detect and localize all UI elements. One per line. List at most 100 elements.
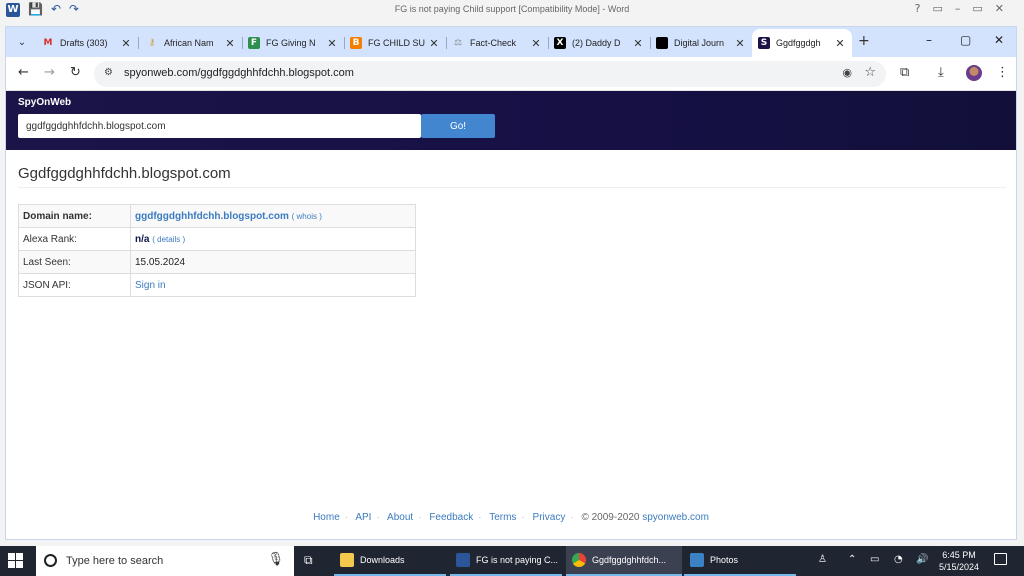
footer-link-feedback[interactable]: Feedback <box>429 512 473 523</box>
tab-label: African Nam <box>164 38 214 48</box>
footer-link-api[interactable]: API <box>355 512 371 523</box>
close-window-button[interactable]: ✕ <box>994 33 1004 47</box>
word-window-controls[interactable]: ?▭–▭✕ <box>915 2 1016 15</box>
profile-avatar[interactable] <box>966 65 982 81</box>
taskbar-item-word[interactable]: FG is not paying C... <box>450 546 562 576</box>
alexa-rank-value: n/a <box>135 233 150 245</box>
download-icon[interactable]: ⤓ <box>938 65 944 80</box>
tab-gmail-drafts[interactable]: M Drafts (303) ✕ <box>36 31 139 55</box>
tab-label: FG Giving N <box>266 38 316 48</box>
close-tab-icon[interactable]: ✕ <box>326 37 338 50</box>
tab-label: Digital Journ <box>674 38 725 48</box>
task-view-icon[interactable]: ⧉ <box>304 553 313 568</box>
back-button[interactable]: ← <box>18 65 29 80</box>
site-settings-icon[interactable]: ⚙ <box>104 67 113 78</box>
close-tab-icon[interactable]: ✕ <box>530 37 542 50</box>
taskbar-item-photos[interactable]: Photos <box>684 546 796 576</box>
json-api-cell: Sign in <box>130 273 416 297</box>
footer-link-terms[interactable]: Terms <box>489 512 516 523</box>
tab-digital-journal[interactable]: Digital Journ ✕ <box>650 31 752 55</box>
whois-link[interactable]: whois <box>297 212 317 221</box>
battery-icon[interactable]: ▭ <box>870 554 879 565</box>
footer-link-home[interactable]: Home <box>313 512 340 523</box>
details-link[interactable]: details <box>157 235 180 244</box>
last-seen-label: Last Seen: <box>18 250 131 274</box>
close-tab-icon[interactable]: ✕ <box>224 37 236 50</box>
extensions-puzzle-icon[interactable]: ⧉ <box>900 65 909 80</box>
close-tab-icon[interactable]: ✕ <box>428 37 440 50</box>
site-logo[interactable]: SpyOnWeb <box>18 97 71 108</box>
footer-separator: · <box>478 512 482 523</box>
footer-link-about[interactable]: About <box>387 512 413 523</box>
address-bar[interactable]: ⚙ spyonweb.com/ggdfggdghhfdchh.blogspot.… <box>94 61 886 87</box>
page-title: Ggdfggdghhfdchh.blogspot.com <box>18 165 231 182</box>
clock-time: 6:45 PM <box>942 550 976 560</box>
tab-label: (2) Daddy D <box>572 38 621 48</box>
browser-toolbar: ← → ↻ ⚙ spyonweb.com/ggdfggdghhfdchh.blo… <box>6 57 1016 91</box>
taskbar-item-label: FG is not paying C... <box>476 555 559 565</box>
factcheck-icon: ⚖ <box>453 38 463 48</box>
footer-separator: · <box>521 512 525 523</box>
new-tab-button[interactable]: + <box>858 33 870 49</box>
windows-taskbar: Type here to search 🎙 ⧉ Downloads FG is … <box>0 546 1024 576</box>
tab-x-daddy[interactable]: X (2) Daddy D ✕ <box>548 31 651 55</box>
page-viewport: SpyOnWeb Go! Ggdfggdghhfdchh.blogspot.co… <box>6 91 1016 539</box>
taskbar-search-placeholder: Type here to search <box>66 555 164 567</box>
tab-search-button[interactable]: ⌄ <box>12 33 32 53</box>
tab-fact-check[interactable]: ⚖ Fact-Check ✕ <box>446 31 549 55</box>
footer-link-privacy[interactable]: Privacy <box>533 512 566 523</box>
taskbar-search-box[interactable]: Type here to search 🎙 <box>36 546 294 576</box>
domain-name-link[interactable]: ggdfggdghhfdchh.blogspot.com <box>135 211 289 222</box>
domain-name-cell: ggdfggdghhfdchh.blogspot.com ( whois ) <box>130 204 416 228</box>
tab-label: FG CHILD SU <box>368 38 426 48</box>
digitaljournal-icon <box>656 37 668 49</box>
maximize-button[interactable]: ▢ <box>960 33 971 47</box>
fg-icon: F <box>248 37 260 49</box>
footer-copyright: © 2009-2020 <box>581 512 640 523</box>
taskbar-item-label: Photos <box>710 555 739 565</box>
microphone-icon[interactable]: 🎙 <box>267 552 284 567</box>
people-icon[interactable]: ♙ <box>818 554 827 565</box>
site-footer: Home · API · About · Feedback · Terms · Priva… <box>6 512 1016 523</box>
footer-copyright-link[interactable]: spyonweb.com <box>642 512 709 523</box>
taskbar-item-label: Ggdfggdghhfdch... <box>592 555 667 565</box>
forward-button[interactable]: → <box>44 65 55 80</box>
domain-name-label: Domain name: <box>18 204 131 228</box>
taskbar-item-chrome[interactable]: Ggdfggdghhfdch... <box>566 546 682 576</box>
details-wrapper: ( details ) <box>152 234 186 244</box>
notification-icon[interactable] <box>994 553 1007 565</box>
close-tab-icon[interactable]: ✕ <box>734 37 746 50</box>
system-clock[interactable]: 6:45 PM 5/15/2024 <box>934 549 984 573</box>
table-row: JSON API: Sign in <box>18 273 416 297</box>
kebab-menu-icon[interactable]: ⋮ <box>996 65 1009 80</box>
reload-button[interactable]: ↻ <box>70 65 81 80</box>
wifi-icon[interactable]: ◔ <box>894 554 903 565</box>
sign-in-link[interactable]: Sign in <box>135 280 166 291</box>
go-button[interactable]: Go! <box>421 114 495 138</box>
tab-divider <box>138 37 139 49</box>
word-title-bar: W 💾↶↷ FG is not paying Child support [Co… <box>0 0 1024 22</box>
minimize-button[interactable]: – <box>926 33 932 47</box>
volume-icon[interactable]: 🔊 <box>916 554 928 565</box>
windows-start-icon[interactable] <box>8 553 24 569</box>
blogger-icon: B <box>350 37 362 49</box>
close-tab-icon[interactable]: ✕ <box>834 37 846 50</box>
json-api-label: JSON API: <box>18 273 131 297</box>
close-tab-icon[interactable]: ✕ <box>120 37 132 50</box>
alexa-rank-cell: n/a ( details ) <box>130 227 416 251</box>
domain-search-input[interactable] <box>18 114 421 138</box>
tab-african-names[interactable]: ⚷ African Nam ✕ <box>140 31 243 55</box>
eye-slash-icon[interactable]: ◉ <box>842 66 852 79</box>
chevron-up-icon[interactable]: ⌃ <box>848 554 856 565</box>
taskbar-item-downloads[interactable]: Downloads <box>334 546 446 576</box>
table-row: Alexa Rank: n/a ( details ) <box>18 227 416 251</box>
table-row: Last Seen: 15.05.2024 <box>18 250 416 274</box>
table-row: Domain name: ggdfggdghhfdchh.blogspot.co… <box>18 204 416 228</box>
tab-label: Drafts (303) <box>60 38 108 48</box>
tab-fg-child-support[interactable]: B FG CHILD SU ✕ <box>344 31 447 55</box>
tab-fg-giving[interactable]: F FG Giving N ✕ <box>242 31 345 55</box>
address-bar-url[interactable]: spyonweb.com/ggdfggdghhfdchh.blogspot.co… <box>124 67 354 79</box>
close-tab-icon[interactable]: ✕ <box>632 37 644 50</box>
tab-spyonweb-active[interactable]: S Ggdfggdgh ✕ <box>752 29 852 57</box>
bookmark-star-icon[interactable]: ☆ <box>864 65 876 80</box>
